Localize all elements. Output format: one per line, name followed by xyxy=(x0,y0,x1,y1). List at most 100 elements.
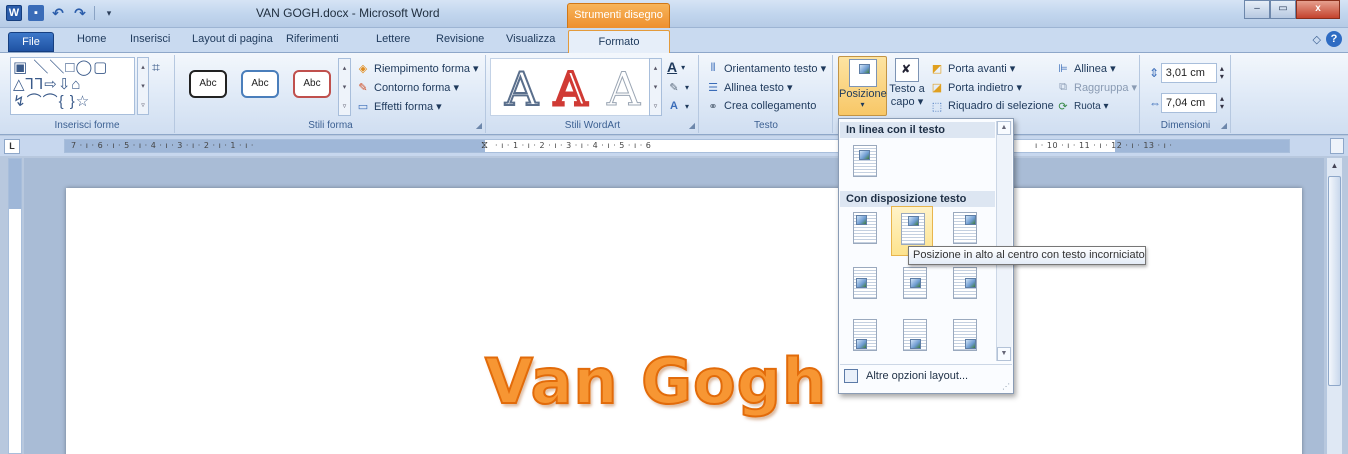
tab-selector[interactable]: L xyxy=(4,139,20,154)
wordart-style-3[interactable]: A xyxy=(606,63,640,116)
scroll-down-icon[interactable]: ▼ xyxy=(997,347,1011,361)
group-label: Stili WordArt xyxy=(564,120,621,131)
tab-formato[interactable]: Formato xyxy=(568,30,670,54)
ribbon: ▣ ＼＼□◯▢ △⅂⅂⇨⇩⌂ ↯⌒⌒{ }☆ ▴ ▾ ▿ ⌗ Inserisci for… xyxy=(0,53,1348,135)
selection-pane-button[interactable]: ⬚ Riquadro di selezione xyxy=(930,99,1054,113)
position-top-left[interactable] xyxy=(847,208,883,250)
selection-pane-icon: ⬚ xyxy=(931,100,943,113)
align-icon: ⊫ xyxy=(1058,62,1068,75)
horizontal-ruler[interactable]: 7 · ı · 6 · ı · 5 · ı · 4 · ı · 3 · ı · … xyxy=(64,139,1290,153)
shape-style-3[interactable]: Abc xyxy=(293,70,331,98)
vertical-scrollbar[interactable]: ▲ xyxy=(1326,158,1342,454)
tab-lettere[interactable]: Lettere xyxy=(376,33,410,45)
align-text-button[interactable]: ☰ Allinea testo ▾ xyxy=(706,80,792,94)
position-inline[interactable] xyxy=(847,141,883,183)
position-inline-icon xyxy=(853,145,877,177)
position-bottom-right[interactable] xyxy=(947,315,983,357)
shape-effects-button[interactable]: ▭ Effetti forma ▾ xyxy=(356,99,442,113)
wordart-van-gogh[interactable]: Van Gogh xyxy=(484,344,827,419)
text-fill-icon: A xyxy=(667,59,678,75)
customize-qat-icon[interactable]: ▾ xyxy=(101,5,117,21)
collapse-ribbon-icon[interactable]: ◇ xyxy=(1313,33,1321,46)
maximize-button[interactable]: ▭ xyxy=(1270,0,1296,19)
group-button[interactable]: ⧉ Raggruppa ▾ xyxy=(1056,80,1137,94)
rotate-button[interactable]: ⟳ Ruota ▾ xyxy=(1056,99,1108,113)
tab-visualizza[interactable]: Visualizza xyxy=(506,33,555,45)
shape-style-1[interactable]: Abc xyxy=(189,70,227,98)
position-middle-right[interactable] xyxy=(947,263,983,305)
ruler-ticks-right: ı · 10 · ı · 11 · ı · 12 · ı · 13 · ı · xyxy=(1035,141,1173,150)
align-button[interactable]: ⊫ Allinea ▾ xyxy=(1056,61,1115,75)
close-button[interactable]: x xyxy=(1296,0,1340,19)
wordart-gallery: A A A xyxy=(490,58,660,117)
shapes-gallery: ▣ ＼＼□◯▢ △⅂⅂⇨⇩⌂ ↯⌒⌒{ }☆ ▴ ▾ ▿ ⌗ xyxy=(10,57,165,115)
position-bottom-left[interactable] xyxy=(847,315,883,357)
height-input[interactable] xyxy=(1160,63,1217,83)
dialog-launcher-icon[interactable]: ◢ xyxy=(1221,121,1227,130)
tab-revisione[interactable]: Revisione xyxy=(436,33,484,45)
wordart-style-1[interactable]: A xyxy=(504,62,539,116)
width-field: ⇔ ▴▾ xyxy=(1149,93,1227,113)
shape-fill-button[interactable]: ◈ Riempimento forma ▾ xyxy=(356,61,479,75)
text-direction-button[interactable]: ⫴ Orientamento testo ▾ xyxy=(706,61,826,75)
word-logo-icon[interactable]: W xyxy=(6,5,22,21)
wrap-section-header: Con disposizione testo xyxy=(840,191,995,207)
bring-forward-button[interactable]: ◩ Porta avanti ▾ xyxy=(930,61,1015,75)
text-fill-button[interactable]: A ▾ xyxy=(667,59,685,75)
scroll-up-icon[interactable]: ▲ xyxy=(997,121,1011,135)
wrap-text-button[interactable]: ✘ Testo a capo ▾ xyxy=(888,56,926,116)
save-icon[interactable]: ▪ xyxy=(28,5,44,21)
dialog-launcher-icon[interactable]: ◢ xyxy=(476,121,482,130)
width-icon: ⇔ xyxy=(1149,96,1161,110)
scroll-up-icon[interactable]: ▲ xyxy=(1327,158,1342,174)
shape-style-2[interactable]: Abc xyxy=(241,70,279,98)
ribbon-tabs: File Home Inserisci Layout di pagina Rif… xyxy=(0,28,1348,54)
position-middle-center[interactable] xyxy=(897,263,933,305)
text-effects-button[interactable]: A ▾ xyxy=(667,99,689,113)
height-icon: ⇕ xyxy=(1149,66,1160,80)
tab-home[interactable]: Home xyxy=(77,33,106,45)
help-icon[interactable]: ? xyxy=(1326,31,1342,47)
scroll-thumb[interactable] xyxy=(1328,176,1341,386)
tab-file[interactable]: File xyxy=(8,32,54,52)
tab-layout[interactable]: Layout di pagina xyxy=(192,33,273,45)
shape-outline-button[interactable]: ✎ Contorno forma ▾ xyxy=(356,80,459,94)
group-label: Stili forma xyxy=(308,120,353,131)
height-spinner[interactable]: ▴ ▾ xyxy=(1217,63,1227,83)
resize-grip-icon[interactable]: ⋰ xyxy=(1002,382,1010,391)
position-top-right[interactable] xyxy=(947,208,983,250)
title-bar: W ▪ ↶ ↷ ▾ VAN GOGH.docx - Microsoft Word… xyxy=(0,0,1348,28)
shapes-gallery-scroll[interactable]: ▴ ▾ ▿ xyxy=(137,57,149,115)
width-spinner[interactable]: ▴ ▾ xyxy=(1217,93,1227,113)
rotate-icon: ⟳ xyxy=(1058,100,1068,113)
position-top-left-icon xyxy=(853,212,877,244)
wordart-gallery-scroll[interactable]: ▴ ▾ ▿ xyxy=(649,58,662,116)
dialog-launcher-icon[interactable]: ◢ xyxy=(689,121,695,130)
redo-icon[interactable]: ↷ xyxy=(72,5,88,21)
vertical-ruler[interactable] xyxy=(8,158,22,454)
edit-shape-icon[interactable]: ⌗ xyxy=(152,59,160,76)
create-link-button[interactable]: ⚭ Crea collegamento xyxy=(706,99,816,113)
undo-icon[interactable]: ↶ xyxy=(50,5,66,21)
text-outline-button[interactable]: ✎ ▾ xyxy=(667,80,689,94)
position-bottom-left-icon xyxy=(853,319,877,351)
minimize-button[interactable]: – xyxy=(1244,0,1270,19)
wrap-text-icon: ✘ xyxy=(895,58,919,82)
position-bottom-center[interactable] xyxy=(897,315,933,357)
ruler-ticks-mid: · ı · 1 · ı · 2 · ı · 3 · ı · 4 · ı · 5 … xyxy=(495,141,652,150)
shapes-grid[interactable]: ▣ ＼＼□◯▢ △⅂⅂⇨⇩⌂ ↯⌒⌒{ }☆ xyxy=(10,57,135,115)
view-ruler-icon[interactable] xyxy=(1330,138,1344,154)
indent-marker-icon[interactable]: ⧖ xyxy=(481,140,488,151)
position-button[interactable]: Posizione ▾ xyxy=(838,56,887,116)
tab-inserisci[interactable]: Inserisci xyxy=(130,33,170,45)
position-top-center-icon xyxy=(901,213,925,245)
send-backward-button[interactable]: ◪ Porta indietro ▾ xyxy=(930,80,1022,94)
wordart-style-2[interactable]: A xyxy=(552,62,588,117)
text-direction-icon: ⫴ xyxy=(710,61,716,74)
tab-riferimenti[interactable]: Riferimenti xyxy=(286,33,339,45)
position-menu-scrollbar[interactable]: ▲ ▼ xyxy=(996,121,1012,361)
shape-styles-scroll[interactable]: ▴ ▾ ▿ xyxy=(338,58,351,116)
position-middle-left[interactable] xyxy=(847,263,883,305)
more-layout-options[interactable]: Altre opzioni layout... xyxy=(840,364,1012,386)
width-input[interactable] xyxy=(1161,93,1217,113)
